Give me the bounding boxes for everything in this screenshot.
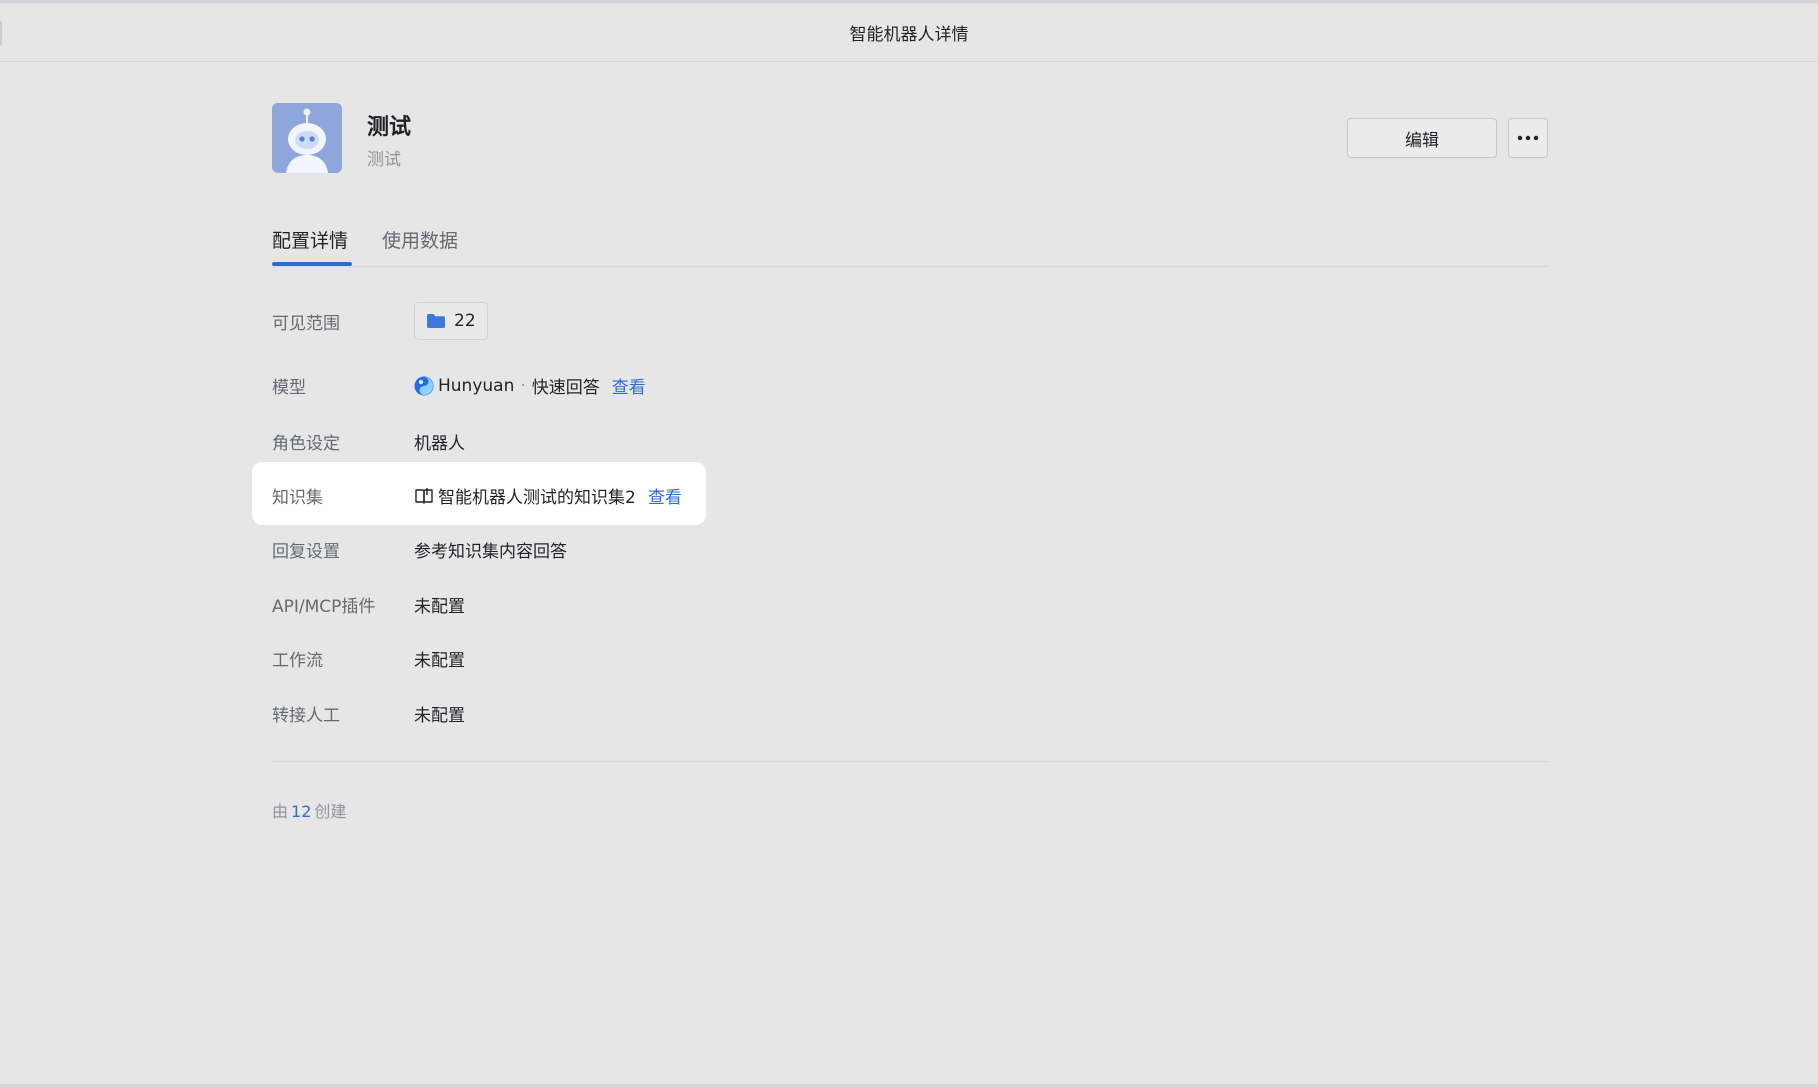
visibility-label: 可见范围: [272, 314, 340, 334]
hunyuan-logo-icon: [414, 376, 434, 395]
section-divider: [272, 761, 1548, 762]
model-label: 模型: [272, 378, 306, 398]
robot-icon: [272, 103, 342, 173]
creator-info: 由 12 创建: [272, 798, 346, 822]
knowledge-name[interactable]: 智能机器人测试的知识集2: [438, 483, 636, 508]
role-label: 角色设定: [272, 434, 340, 454]
workflow-value: 未配置: [414, 651, 465, 671]
knowledge-value: 智能机器人测试的知识集2 查看: [414, 483, 682, 508]
knowledge-view-link[interactable]: 查看: [648, 483, 682, 508]
reply-settings-value: 参考知识集内容回答: [414, 542, 567, 562]
more-options-button[interactable]: [1508, 118, 1548, 158]
reply-settings-label: 回复设置: [272, 542, 340, 562]
model-value: Hunyuan · 快速回答 查看: [414, 373, 646, 398]
plugins-value: 未配置: [414, 597, 465, 617]
bot-description: 测试: [367, 150, 401, 170]
more-icon: [1517, 135, 1539, 141]
tab-divider: [272, 266, 1548, 267]
title-bar: 智能机器人详情: [0, 0, 1818, 62]
visibility-value: 22: [454, 311, 476, 331]
knowledge-label: 知识集: [272, 488, 323, 508]
page-title: 智能机器人详情: [849, 24, 969, 45]
bot-name: 测试: [367, 115, 412, 140]
handoff-value: 未配置: [414, 706, 465, 726]
creator-name[interactable]: 12: [291, 802, 311, 821]
model-name: Hunyuan: [438, 375, 515, 396]
folder-icon: [427, 314, 445, 328]
handoff-label: 转接人工: [272, 706, 340, 726]
model-mode: 快速回答: [531, 378, 600, 398]
plugins-label: API/MCP插件: [272, 597, 376, 617]
creator-suffix: 创建: [314, 802, 347, 821]
visibility-chip[interactable]: 22: [414, 302, 488, 340]
model-separator: ·: [520, 375, 526, 396]
edit-button[interactable]: 编辑: [1347, 118, 1497, 158]
window-bottom-edge: [0, 1084, 1818, 1088]
tab-config-details[interactable]: 配置详情: [272, 226, 348, 253]
tab-usage-data[interactable]: 使用数据: [382, 226, 458, 253]
window-edge: [0, 21, 2, 45]
book-icon: [415, 487, 433, 504]
creator-prefix: 由: [272, 802, 289, 821]
bot-avatar: [272, 103, 342, 173]
workflow-label: 工作流: [272, 651, 323, 671]
model-view-link[interactable]: 查看: [612, 373, 646, 398]
role-value: 机器人: [414, 434, 465, 454]
